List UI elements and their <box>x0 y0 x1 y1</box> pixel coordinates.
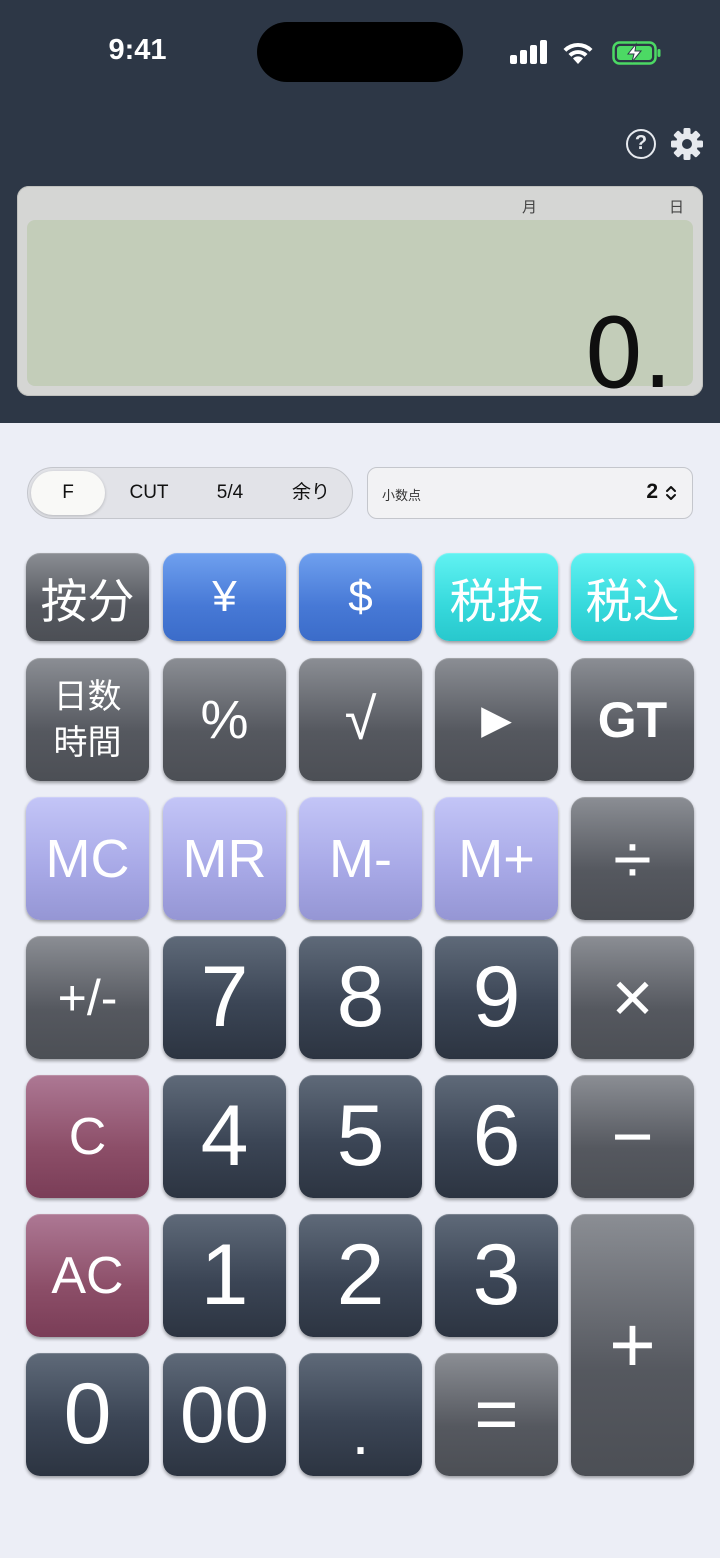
lcd-display: 月 日 0. <box>17 186 703 410</box>
days-time-line1: 日数 <box>53 677 122 716</box>
memory-plus-button[interactable]: M+ <box>435 797 558 920</box>
memory-recall-button[interactable]: MR <box>163 797 286 920</box>
digit-8-button[interactable]: 8 <box>299 936 422 1059</box>
status-time: 9:41 <box>108 34 167 66</box>
display-value: 0. <box>583 298 673 410</box>
digit-2-button[interactable]: 2 <box>299 1214 422 1337</box>
lcd-screen: 0. <box>27 220 693 410</box>
digit-3-button[interactable]: 3 <box>435 1214 558 1337</box>
gear-icon[interactable] <box>670 127 704 161</box>
double-zero-button[interactable]: 00 <box>163 1353 286 1476</box>
chevron-updown-icon <box>666 486 676 500</box>
dynamic-island <box>257 22 463 82</box>
digit-0-button[interactable]: 0 <box>26 1353 149 1476</box>
wifi-icon <box>563 42 593 64</box>
tax-exclude-button[interactable]: 税抜 <box>435 553 558 641</box>
plus-button[interactable]: + <box>571 1214 694 1476</box>
sign-toggle-button[interactable]: +/- <box>26 936 149 1059</box>
digit-5-button[interactable]: 5 <box>299 1075 422 1198</box>
decimal-point-button[interactable]: . <box>299 1353 422 1476</box>
yen-button[interactable]: ¥ <box>163 553 286 641</box>
clear-button[interactable]: C <box>26 1075 149 1198</box>
play-button[interactable]: ▶ <box>435 658 558 781</box>
battery-charging-icon <box>612 41 661 65</box>
prorate-button[interactable]: 按分 <box>26 553 149 641</box>
memory-minus-button[interactable]: M- <box>299 797 422 920</box>
decimal-places-value: 2 <box>646 480 658 503</box>
rounding-mode-segmented-control: F CUT 5/4 余り <box>27 467 353 519</box>
days-time-button[interactable]: 日数 時間 <box>26 658 149 781</box>
help-icon[interactable]: ? <box>626 129 656 159</box>
header-area: 9:41 ? 月 日 0. <box>0 0 720 423</box>
digit-4-button[interactable]: 4 <box>163 1075 286 1198</box>
divide-button[interactable]: ÷ <box>571 797 694 920</box>
memory-clear-button[interactable]: MC <box>26 797 149 920</box>
cellular-signal-icon <box>510 40 550 64</box>
month-label: 月 <box>522 199 538 216</box>
day-label: 日 <box>669 199 685 216</box>
percent-button[interactable]: % <box>163 658 286 781</box>
digit-6-button[interactable]: 6 <box>435 1075 558 1198</box>
all-clear-button[interactable]: AC <box>26 1214 149 1337</box>
mode-remainder[interactable]: 余り <box>274 471 348 515</box>
mode-cut[interactable]: CUT <box>112 471 186 515</box>
dollar-button[interactable]: $ <box>299 553 422 641</box>
days-time-line2: 時間 <box>53 723 122 762</box>
decimal-places-select[interactable]: 小数点 2 <box>367 467 693 519</box>
digit-1-button[interactable]: 1 <box>163 1214 286 1337</box>
digit-7-button[interactable]: 7 <box>163 936 286 1059</box>
gt-button[interactable]: GT <box>571 658 694 781</box>
mode-round[interactable]: 5/4 <box>193 471 267 515</box>
digit-9-button[interactable]: 9 <box>435 936 558 1059</box>
mode-f[interactable]: F <box>31 471 105 515</box>
sqrt-button[interactable]: √ <box>299 658 422 781</box>
decimal-places-label: 小数点 <box>382 488 422 503</box>
tax-include-button[interactable]: 税込 <box>571 553 694 641</box>
multiply-button[interactable]: × <box>571 936 694 1059</box>
minus-button[interactable]: − <box>571 1075 694 1198</box>
equals-button[interactable]: = <box>435 1353 558 1476</box>
